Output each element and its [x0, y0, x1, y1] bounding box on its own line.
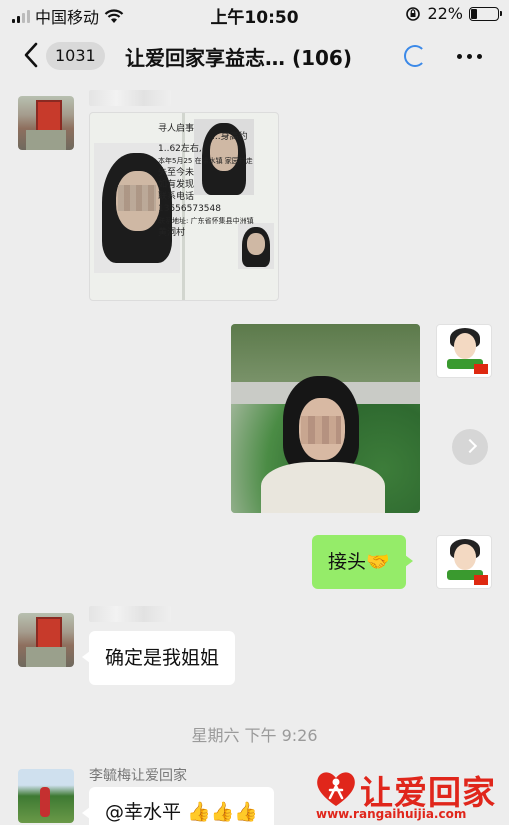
unread-count-badge[interactable]: 1031 — [46, 42, 105, 70]
flag-icon — [474, 575, 488, 585]
chat-header: 1031 让爱回家享益志… (106) — [0, 30, 509, 80]
notice-line-6: 如有发现 — [158, 180, 195, 190]
notice-line-3: 1..62左右, — [158, 144, 202, 154]
flag-icon — [474, 364, 488, 374]
sender-avatar[interactable] — [18, 96, 74, 150]
notice-line-5: 失至今未 — [158, 168, 195, 178]
status-right: 22% — [405, 4, 502, 23]
back-icon[interactable] — [18, 40, 46, 70]
site-watermark: 让爱回家 www.rangaihuijia.com — [310, 766, 506, 825]
chat-timestamp: 星期六 下午 9:26 — [191, 726, 318, 745]
sender-name: 李毓梅让爱回家 — [89, 768, 187, 784]
sender-avatar[interactable] — [18, 613, 74, 667]
watermark-url: www.rangaihuijia.com — [316, 807, 467, 821]
status-bar: 中国移动 上午10:50 22% — [0, 0, 509, 30]
forward-arrow-icon[interactable] — [452, 429, 488, 465]
notice-line-7: 联系电话 — [158, 192, 195, 202]
portrait-small — [238, 223, 274, 269]
chat-title[interactable]: 让爱回家享益志… (106) — [125, 42, 352, 71]
battery-percent: 22% — [427, 4, 463, 23]
battery-icon — [469, 6, 502, 21]
loading-spinner-icon — [404, 45, 426, 67]
notice-address: 联系地址: 广东省怀集县中洲镇 — [158, 217, 254, 225]
blurred-sender-name — [89, 90, 171, 106]
notice-line-1: 寻人启事 — [158, 124, 195, 134]
more-options-icon[interactable] — [457, 54, 482, 59]
my-avatar[interactable] — [436, 324, 492, 378]
notice-phone: 13556573548 — [158, 204, 221, 214]
notice-line-4: 本年5月25 在涂水镇 家园村走 — [158, 157, 253, 165]
notice-line-10: 黄洞村 — [158, 228, 186, 238]
face-mosaic — [301, 416, 341, 444]
rotation-lock-icon — [406, 6, 421, 21]
received-message-bubble[interactable]: @幸水平 👍👍👍 — [81, 787, 275, 825]
missing-person-notice-image[interactable]: 寻人启事 ...身高约 1..62左右, 本年5月25 在涂水镇 家园村走 失至… — [89, 112, 279, 301]
notice-line-2: ...身高约 — [212, 132, 248, 142]
my-avatar[interactable] — [436, 535, 492, 589]
sent-photo[interactable] — [231, 324, 420, 513]
blurred-sender-name — [89, 606, 171, 622]
received-message-bubble[interactable]: 确定是我姐姐 — [81, 631, 236, 685]
sent-message-bubble[interactable]: 接头🤝 — [312, 535, 413, 589]
battery-level — [471, 8, 477, 19]
heart-logo-icon — [317, 772, 355, 806]
sender-avatar[interactable] — [18, 769, 74, 823]
